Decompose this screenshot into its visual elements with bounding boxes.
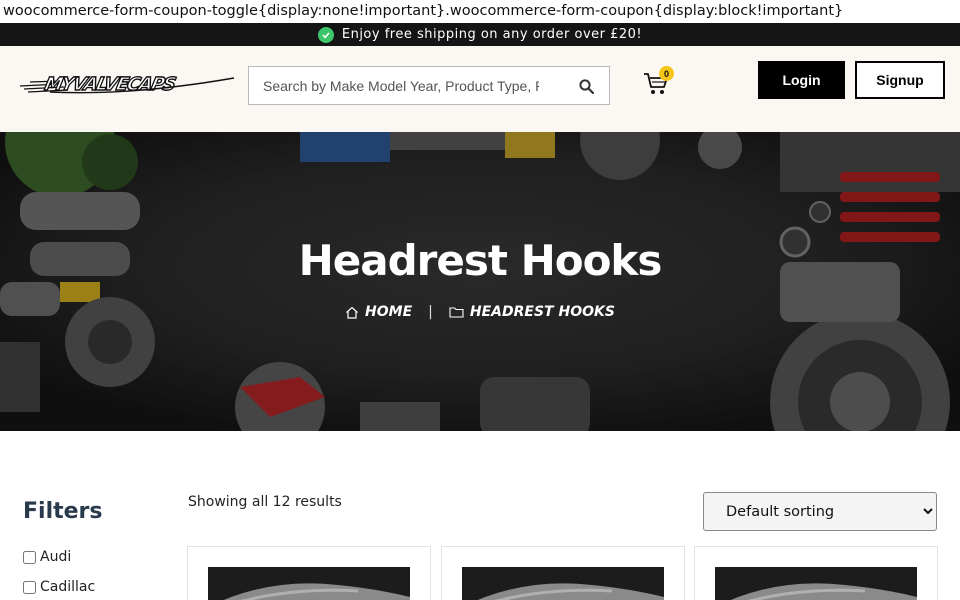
leaked-css-text: woocommerce-form-coupon-toggle{display:n… — [0, 0, 960, 23]
result-count: Showing all 12 results — [188, 494, 342, 510]
product-image[interactable] — [462, 567, 664, 600]
product-card[interactable] — [694, 546, 938, 600]
product-card[interactable] — [187, 546, 431, 600]
breadcrumb-home-link[interactable]: HOME — [345, 304, 412, 320]
breadcrumb-separator: | — [428, 304, 433, 320]
breadcrumb: HOME | HEADREST HOOKS — [0, 304, 960, 320]
filter-cadillac-checkbox[interactable] — [23, 580, 36, 594]
promo-bar: Enjoy free shipping on any order over £2… — [0, 23, 960, 46]
promo-text: Enjoy free shipping on any order over £2… — [341, 27, 643, 42]
product-card[interactable] — [441, 546, 685, 600]
search-bar — [248, 66, 610, 105]
filter-cadillac[interactable]: Cadillac — [23, 579, 95, 595]
filters-heading: Filters — [23, 499, 103, 524]
home-icon — [346, 306, 358, 319]
filter-audi[interactable]: Audi — [23, 549, 71, 565]
folder-icon — [449, 307, 464, 318]
breadcrumb-home-label: HOME — [365, 304, 413, 320]
sort-select[interactable]: Default sorting — [703, 492, 937, 531]
product-image[interactable] — [208, 567, 410, 600]
filter-audi-label: Audi — [40, 549, 72, 565]
site-logo[interactable]: MYVALVECAPS — [19, 70, 236, 96]
login-button[interactable]: Login — [758, 61, 845, 99]
hero-banner: Headrest Hooks HOME | HEADREST HOOKS — [0, 132, 960, 431]
signup-button[interactable]: Signup — [855, 61, 945, 99]
cart-button[interactable]: 0 — [643, 66, 674, 100]
check-circle-icon — [317, 26, 334, 43]
search-icon[interactable] — [577, 77, 595, 95]
product-image[interactable] — [715, 567, 917, 600]
cart-count-badge: 0 — [659, 66, 674, 81]
search-input[interactable] — [249, 67, 539, 104]
breadcrumb-current: HEADREST HOOKS — [449, 304, 615, 320]
site-header: MYVALVECAPS 0 Login Signup — [0, 46, 960, 132]
filter-cadillac-label: Cadillac — [40, 579, 96, 595]
filter-audi-checkbox[interactable] — [23, 550, 36, 564]
breadcrumb-current-label: HEADREST HOOKS — [469, 304, 615, 320]
page-title: Headrest Hooks — [298, 236, 663, 285]
